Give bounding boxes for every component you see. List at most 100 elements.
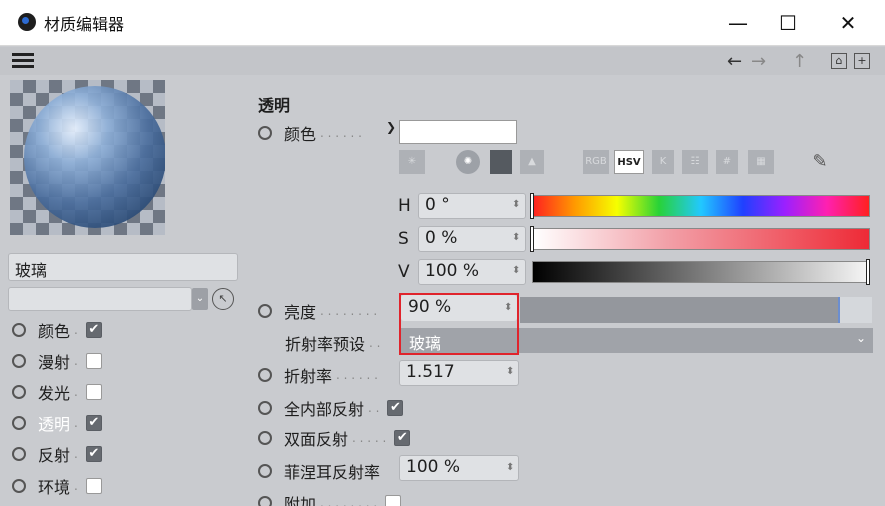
image-icon[interactable]: ▲: [520, 150, 544, 174]
stepper-icon[interactable]: ⬍: [512, 199, 520, 210]
maximize-button[interactable]: ☐: [766, 8, 810, 38]
additive-row: 附加 . . . . . . . .: [258, 491, 402, 506]
channel-label: 漫射: [38, 353, 71, 372]
additive-label: 附加: [284, 495, 317, 506]
value-field[interactable]: 100 %: [418, 259, 526, 285]
close-button[interactable]: ✕: [826, 8, 870, 38]
saturation-slider[interactable]: [532, 228, 870, 250]
channel-diffusion-checkbox[interactable]: [85, 353, 102, 369]
color-swatch[interactable]: [399, 120, 517, 144]
radio-icon: [12, 385, 26, 399]
channel-luminance-checkbox[interactable]: [85, 384, 102, 400]
channel-color[interactable]: 颜色 . ✔: [12, 316, 102, 344]
two-sided-reflection-label: 双面反射: [284, 430, 349, 449]
radio-icon[interactable]: [258, 126, 272, 140]
pick-cursor-icon[interactable]: ↖: [212, 288, 234, 310]
chevron-down-icon[interactable]: ❯: [386, 120, 396, 134]
ior-preset-label: 折射率预设: [285, 335, 366, 354]
total-internal-reflection-label: 全内部反射: [284, 400, 365, 419]
material-layer-dropdown[interactable]: [8, 287, 192, 311]
total-internal-reflection-checkbox[interactable]: ✔: [387, 400, 404, 416]
rgb-mode-button[interactable]: RGB: [583, 150, 609, 174]
lock-icon[interactable]: ⌂: [831, 53, 847, 69]
radio-icon: [12, 323, 26, 337]
additive-checkbox[interactable]: [385, 495, 402, 506]
menu-bar: ← → ↑ ⌂ +: [0, 47, 885, 75]
channel-reflectance-checkbox[interactable]: ✔: [85, 446, 102, 462]
channel-label: 反射: [38, 446, 71, 465]
material-preview[interactable]: [10, 80, 165, 235]
new-view-icon[interactable]: +: [854, 53, 870, 69]
fresnel-label: 菲涅耳反射率: [284, 463, 381, 482]
radio-icon[interactable]: [258, 496, 272, 506]
radio-icon[interactable]: [258, 304, 272, 318]
hsv-mode-button[interactable]: HSV: [614, 150, 644, 174]
material-name-field[interactable]: 玻璃: [8, 253, 238, 281]
saturation-slider-handle[interactable]: [530, 226, 534, 252]
channel-transparency[interactable]: 透明 . ✔: [12, 409, 102, 437]
stepper-icon[interactable]: ⬍: [512, 232, 520, 243]
stepper-icon[interactable]: ⬍: [506, 366, 514, 377]
channel-luminance[interactable]: 发光 .: [12, 378, 102, 406]
channel-label: 发光: [38, 384, 71, 403]
s-label: S: [398, 229, 409, 249]
radio-icon: [12, 416, 26, 430]
radio-icon: [12, 354, 26, 368]
hue-slider-handle[interactable]: [530, 193, 534, 219]
channel-color-checkbox[interactable]: ✔: [85, 322, 102, 338]
swatches-icon[interactable]: ▦: [748, 150, 774, 174]
channel-environment[interactable]: 环境 .: [12, 472, 102, 500]
fresnel-field[interactable]: 100 %: [399, 455, 519, 481]
minimize-button[interactable]: —: [716, 8, 760, 38]
color-circle-icon[interactable]: ✺: [456, 150, 480, 174]
channel-environment-checkbox[interactable]: [85, 478, 102, 494]
chevron-down-icon[interactable]: ⌄: [856, 331, 866, 345]
hex-mode-button[interactable]: #: [716, 150, 738, 174]
two-sided-reflection-row: 双面反射 . . . . . ✔: [258, 426, 411, 450]
eyedropper-icon[interactable]: ✎: [806, 150, 834, 174]
ior-field[interactable]: 1.517: [399, 360, 519, 386]
radio-icon[interactable]: [258, 431, 272, 445]
radio-icon: [12, 447, 26, 461]
radio-icon: [12, 479, 26, 493]
hue-field[interactable]: 0 °: [418, 193, 526, 219]
two-sided-reflection-checkbox[interactable]: ✔: [394, 430, 411, 446]
channel-reflectance[interactable]: 反射 . ✔: [12, 440, 102, 468]
color-label: 颜色: [284, 125, 317, 144]
up-arrow-icon[interactable]: ↑: [792, 51, 807, 72]
channel-transparency-checkbox[interactable]: ✔: [85, 415, 102, 431]
brightness-row: 亮度 . . . . . . . .: [258, 299, 381, 323]
hamburger-menu-icon[interactable]: [12, 53, 34, 69]
highlight-annotation-box: [399, 293, 519, 355]
ior-row: 折射率 . . . . . .: [258, 363, 382, 387]
kelvin-mode-button[interactable]: K: [652, 150, 674, 174]
radio-icon[interactable]: [258, 464, 272, 478]
stepper-icon[interactable]: ⬍: [512, 265, 520, 276]
hue-slider[interactable]: [532, 195, 870, 217]
glass-sphere-preview: [24, 86, 165, 228]
channel-label: 透明: [38, 415, 71, 434]
radio-icon[interactable]: [258, 401, 272, 415]
radio-icon[interactable]: [258, 368, 272, 382]
color-row: 颜色 . . . . . .: [258, 121, 366, 145]
spectrum-icon[interactable]: [490, 150, 512, 174]
back-arrow-icon[interactable]: ←: [727, 51, 742, 72]
brightness-label: 亮度: [284, 303, 317, 322]
color-wheel-mode-icon[interactable]: ✳: [399, 150, 425, 174]
channel-label: 环境: [38, 478, 71, 497]
ior-preset-row: 折射率预设 . .: [285, 331, 384, 355]
brightness-slider-handle[interactable]: [838, 297, 872, 323]
channel-diffusion[interactable]: 漫射 .: [12, 347, 102, 375]
cinema4d-logo-icon: [18, 13, 36, 31]
total-internal-reflection-row: 全内部反射 . . ✔: [258, 396, 404, 420]
value-slider[interactable]: [532, 261, 870, 283]
h-label: H: [398, 196, 411, 216]
value-slider-handle[interactable]: [866, 259, 870, 285]
forward-arrow-icon[interactable]: →: [751, 51, 766, 72]
saturation-field[interactable]: 0 %: [418, 226, 526, 252]
stepper-icon[interactable]: ⬍: [506, 462, 514, 473]
brightness-slider[interactable]: [520, 297, 872, 323]
ior-label: 折射率: [284, 367, 333, 386]
mixer-icon[interactable]: ☷: [682, 150, 708, 174]
chevron-down-icon[interactable]: ⌄: [192, 288, 208, 310]
